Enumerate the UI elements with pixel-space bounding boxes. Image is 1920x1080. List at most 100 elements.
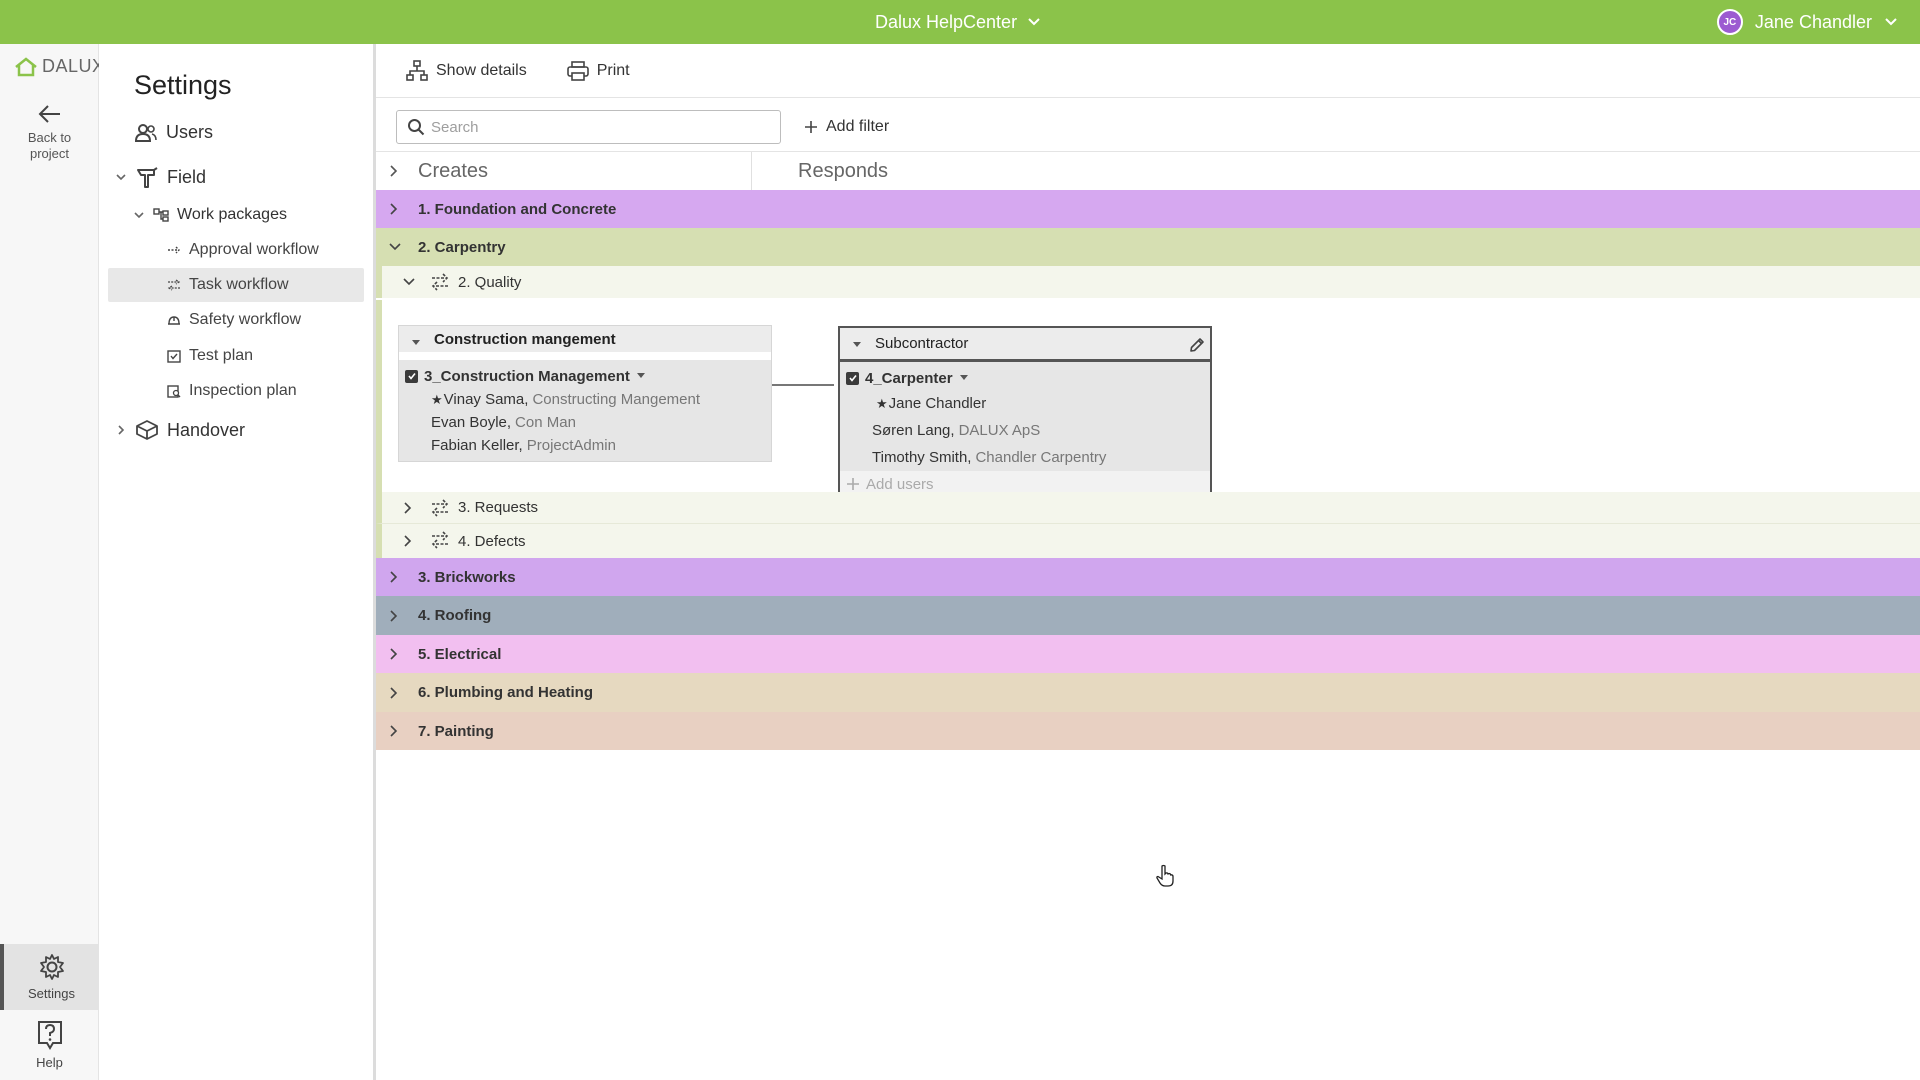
package-label[interactable]: 6. Plumbing and Heating	[418, 684, 593, 701]
print-button[interactable]: Print	[566, 60, 630, 81]
dalux-logo[interactable]: DALUX	[14, 56, 105, 77]
chevron-down-icon[interactable]	[115, 172, 127, 182]
package-row[interactable]: 6. Plumbing and Heating	[376, 673, 1920, 712]
settings-button[interactable]: Settings	[0, 944, 99, 1010]
chevron-down-icon[interactable]	[133, 210, 145, 220]
chevron-right-icon[interactable]	[115, 424, 127, 436]
package-row[interactable]: 7. Painting	[376, 712, 1920, 750]
package-label[interactable]: 7. Painting	[418, 723, 494, 740]
nav-inspection-plan-label[interactable]: Inspection plan	[189, 382, 297, 400]
user-name: Fabian Keller,	[431, 437, 523, 454]
add-filter-button[interactable]: Add filter	[804, 110, 889, 144]
chevron-down-icon[interactable]	[1027, 17, 1041, 27]
nav-work-packages-label[interactable]: Work packages	[177, 206, 287, 224]
package-label[interactable]: 1. Foundation and Concrete	[418, 201, 616, 218]
responds-card[interactable]: Subcontractor 4_Carpenter ★ Jane Chandle…	[838, 326, 1212, 499]
chevron-down-icon[interactable]	[1884, 17, 1898, 27]
add-users-label[interactable]: Add users	[866, 476, 934, 493]
user-company: ProjectAdmin	[526, 437, 616, 454]
nav-item-test-plan[interactable]: Test plan	[167, 347, 253, 365]
nav-safety-workflow-label[interactable]: Safety workflow	[189, 311, 301, 329]
chevron-right-icon[interactable]	[388, 570, 400, 584]
package-row[interactable]: 4. Roofing	[376, 596, 1920, 635]
workflow-connector	[772, 384, 834, 386]
user-name[interactable]: Jane Chandler	[1755, 12, 1872, 33]
creates-card-header[interactable]: Construction mangement	[399, 326, 771, 360]
package-label[interactable]: 2. Carpentry	[418, 239, 506, 256]
caret-down-icon[interactable]	[959, 375, 969, 381]
checkbox-checked-icon[interactable]	[846, 371, 859, 385]
arrow-left-icon	[38, 105, 60, 123]
package-label[interactable]: 4. Roofing	[418, 607, 491, 624]
responds-card-header[interactable]: Subcontractor	[840, 328, 1210, 362]
user-name: Søren Lang,	[872, 422, 955, 439]
package-row[interactable]: 3. Brickworks	[376, 558, 1920, 596]
subflow-label[interactable]: 4. Defects	[458, 533, 526, 550]
nav-item-inspection-plan[interactable]: Inspection plan	[167, 382, 297, 400]
nav-item-work-packages[interactable]: Work packages	[133, 206, 287, 224]
nav-item-handover[interactable]: Handover	[115, 419, 245, 441]
package-row[interactable]: 5. Electrical	[376, 635, 1920, 673]
chevron-right-icon[interactable]	[388, 609, 400, 623]
nav-task-workflow-label[interactable]: Task workflow	[189, 276, 289, 294]
chevron-right-icon[interactable]	[402, 534, 414, 548]
search-box[interactable]	[396, 110, 781, 144]
caret-down-icon[interactable]	[852, 342, 862, 348]
caret-down-icon[interactable]	[636, 373, 646, 379]
pencil-icon[interactable]	[1188, 336, 1206, 354]
chevron-right-icon[interactable]	[402, 501, 414, 515]
chevron-down-icon[interactable]	[388, 241, 402, 253]
package-row[interactable]: 2. Carpentry	[376, 228, 1920, 266]
nav-item-task-workflow[interactable]: Task workflow	[167, 276, 289, 294]
app-switcher[interactable]: Dalux HelpCenter	[875, 0, 1041, 44]
chevron-down-icon[interactable]	[402, 276, 416, 288]
user-entry: Timothy Smith, Chandler Carpentry	[840, 444, 1210, 471]
hammer-icon	[137, 167, 158, 188]
back-to-project-button[interactable]: Back to project	[0, 102, 99, 162]
subflow-row-defects[interactable]: 4. Defects	[376, 524, 1920, 558]
nav-item-field[interactable]: Field	[115, 165, 206, 189]
role-group-label: 4_Carpenter	[865, 369, 953, 387]
help-button[interactable]: Help	[0, 1019, 99, 1070]
chevron-right-icon[interactable]	[388, 647, 400, 661]
nav-users-label[interactable]: Users	[166, 122, 213, 143]
chevron-right-icon[interactable]	[388, 686, 400, 700]
nav-test-plan-label[interactable]: Test plan	[189, 347, 253, 365]
chevron-right-icon[interactable]	[388, 202, 400, 216]
subflow-row-requests[interactable]: 3. Requests	[376, 492, 1920, 524]
add-filter-label[interactable]: Add filter	[826, 118, 889, 136]
user-menu[interactable]: JC Jane Chandler	[1716, 0, 1898, 44]
subflow-label[interactable]: 2. Quality	[458, 274, 521, 291]
caret-down-icon[interactable]	[411, 340, 421, 346]
main-content: Show details Print Add filter Creates Re…	[376, 44, 1920, 1080]
avatar[interactable]: JC	[1716, 9, 1743, 35]
nav-item-safety-workflow[interactable]: Safety workflow	[167, 311, 301, 329]
package-label[interactable]: 5. Electrical	[418, 646, 501, 663]
app-title[interactable]: Dalux HelpCenter	[875, 12, 1017, 33]
plus-icon	[805, 121, 817, 133]
role-group[interactable]: 3_Construction Management	[399, 364, 771, 388]
print-label[interactable]: Print	[597, 62, 630, 80]
role-group[interactable]: 4_Carpenter	[840, 366, 1210, 390]
user-company: Constructing Mangement	[532, 391, 701, 408]
chevron-right-icon[interactable]	[388, 724, 400, 738]
show-details-label[interactable]: Show details	[436, 62, 527, 80]
chevron-right-icon[interactable]	[388, 164, 400, 178]
package-label[interactable]: 3. Brickworks	[418, 569, 516, 586]
search-input[interactable]	[431, 118, 771, 136]
user-entry: ★ Jane Chandler	[840, 390, 1210, 417]
subflow-label[interactable]: 3. Requests	[458, 499, 538, 516]
nav-approval-workflow-label[interactable]: Approval workflow	[189, 241, 319, 259]
nav-item-approval-workflow[interactable]: Approval workflow	[167, 241, 319, 259]
nav-item-users[interactable]: Users	[134, 122, 213, 143]
left-rail: DALUX Back to project Settings Help	[0, 44, 104, 1080]
checkbox-checked-icon[interactable]	[405, 369, 418, 383]
show-details-button[interactable]: Show details	[406, 59, 527, 82]
user-entry: Evan Boyle, Con Man	[399, 411, 771, 434]
subflow-row-quality[interactable]: 2. Quality	[376, 266, 1920, 298]
package-row[interactable]: 1. Foundation and Concrete	[376, 190, 1920, 228]
star-icon: ★	[431, 391, 443, 407]
nav-field-label[interactable]: Field	[167, 167, 206, 188]
creates-card[interactable]: Construction mangement 3_Construction Ma…	[398, 325, 772, 462]
nav-handover-label[interactable]: Handover	[167, 420, 245, 441]
